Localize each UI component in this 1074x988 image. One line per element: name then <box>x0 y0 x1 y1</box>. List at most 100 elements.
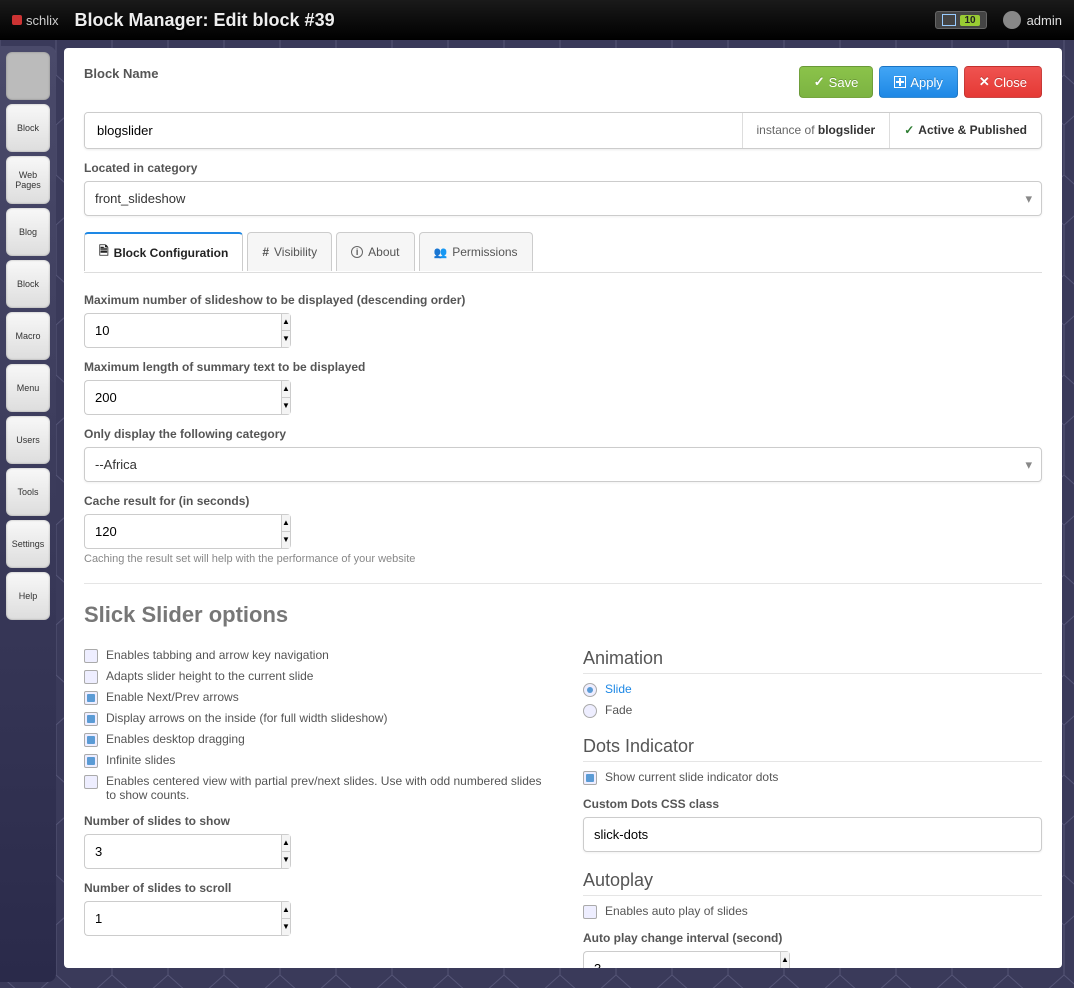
spin-up[interactable]: ▲ <box>282 835 290 852</box>
chk-center-label: Enables centered view with partial prev/… <box>106 774 543 802</box>
brand-logo-icon <box>12 15 22 25</box>
max-summary-label: Maximum length of summary text to be dis… <box>84 360 1042 374</box>
sidebar-item-blog[interactable]: Blog <box>6 208 50 256</box>
chk-drag[interactable] <box>84 733 98 747</box>
sidebar-item-menu[interactable]: Menu <box>6 364 50 412</box>
spin-up[interactable]: ▲ <box>282 515 290 532</box>
brand-text: schlix <box>26 13 59 28</box>
max-slides-input[interactable] <box>84 313 281 348</box>
notif-count: 10 <box>960 15 979 26</box>
dots-title: Dots Indicator <box>583 736 1042 762</box>
sidebar-item-webpages[interactable]: Web Pages <box>6 156 50 204</box>
num-show-input[interactable] <box>84 834 281 869</box>
tab-visibility[interactable]: Visibility <box>247 232 332 271</box>
spin-down[interactable]: ▼ <box>282 852 290 868</box>
max-slides-spinner: ▲▼ <box>84 313 284 348</box>
max-summary-input[interactable] <box>84 380 281 415</box>
spin-down[interactable]: ▼ <box>282 532 290 548</box>
autoplay-interval-label: Auto play change interval (second) <box>583 931 1042 945</box>
dots-class-input[interactable] <box>583 817 1042 852</box>
only-cat-select[interactable]: --Africa <box>84 447 1042 482</box>
num-show-label: Number of slides to show <box>84 814 543 828</box>
close-button[interactable]: Close <box>964 66 1042 98</box>
hash-icon <box>262 245 269 259</box>
category-label: Located in category <box>84 161 1042 175</box>
notifications[interactable]: 10 <box>935 11 986 29</box>
num-scroll-spinner: ▲▼ <box>84 901 284 936</box>
spin-down[interactable]: ▼ <box>282 398 290 414</box>
spin-up[interactable]: ▲ <box>282 902 290 919</box>
info-icon: i <box>351 246 363 258</box>
plus-square-icon <box>894 76 906 88</box>
sidebar-item-help[interactable]: Help <box>6 572 50 620</box>
spin-up[interactable]: ▲ <box>282 381 290 398</box>
check-icon <box>904 123 914 137</box>
main-panel: Block Name Save Apply Close instance of … <box>64 48 1062 968</box>
chk-infinite[interactable] <box>84 754 98 768</box>
block-name-row: instance of blogslider Active & Publishe… <box>84 112 1042 149</box>
chk-arrows-label: Enable Next/Prev arrows <box>106 690 239 704</box>
max-summary-spinner: ▲▼ <box>84 380 284 415</box>
cache-label: Cache result for (in seconds) <box>84 494 1042 508</box>
sidebar-item-block[interactable]: Block <box>6 104 50 152</box>
sidebar-item-tools[interactable]: Tools <box>6 468 50 516</box>
cache-spinner: ▲▼ <box>84 514 284 549</box>
tab-about[interactable]: iAbout <box>336 232 414 271</box>
sidebar-item-macro[interactable]: Macro <box>6 312 50 360</box>
radio-slide[interactable] <box>583 683 597 697</box>
chk-infinite-label: Infinite slides <box>106 753 175 767</box>
block-status: Active & Published <box>889 113 1041 148</box>
tab-permissions[interactable]: Permissions <box>419 232 533 271</box>
num-show-spinner: ▲▼ <box>84 834 284 869</box>
num-scroll-label: Number of slides to scroll <box>84 881 543 895</box>
block-name-input[interactable] <box>85 113 742 148</box>
apply-button[interactable]: Apply <box>879 66 958 98</box>
animation-title: Animation <box>583 648 1042 674</box>
chk-arrows[interactable] <box>84 691 98 705</box>
sidebar-item-block2[interactable]: Block <box>6 260 50 308</box>
avatar-icon <box>1003 11 1021 29</box>
chk-adaptive-label: Adapts slider height to the current slid… <box>106 669 313 683</box>
username: admin <box>1027 13 1062 28</box>
cache-input[interactable] <box>84 514 281 549</box>
autoplay-interval-spinner: ▲▼ <box>583 951 763 968</box>
block-name-label: Block Name <box>84 66 799 81</box>
sidebar-item-settings[interactable]: Settings <box>6 520 50 568</box>
slick-title: Slick Slider options <box>84 602 1042 628</box>
chk-center[interactable] <box>84 775 98 789</box>
cache-help: Caching the result set will help with th… <box>84 553 1042 565</box>
radio-fade[interactable] <box>583 704 597 718</box>
group-icon <box>434 245 448 259</box>
sidebar: Block Web Pages Blog Block Macro Menu Us… <box>0 46 56 982</box>
spin-up[interactable]: ▲ <box>781 952 789 968</box>
instance-of: instance of blogslider <box>742 113 890 148</box>
sidebar-item-apps[interactable] <box>6 52 50 100</box>
spin-down[interactable]: ▼ <box>282 919 290 935</box>
close-icon <box>979 74 990 90</box>
only-cat-label: Only display the following category <box>84 427 1042 441</box>
chk-show-dots[interactable] <box>583 771 597 785</box>
autoplay-title: Autoplay <box>583 870 1042 896</box>
save-button[interactable]: Save <box>799 66 874 98</box>
chk-drag-label: Enables desktop dragging <box>106 732 245 746</box>
check-icon <box>814 74 825 90</box>
chk-tabbing[interactable] <box>84 649 98 663</box>
spin-down[interactable]: ▼ <box>282 331 290 347</box>
num-scroll-input[interactable] <box>84 901 281 936</box>
chk-inside-label: Display arrows on the inside (for full w… <box>106 711 387 725</box>
chk-autoplay[interactable] <box>583 905 597 919</box>
chk-inside[interactable] <box>84 712 98 726</box>
tabs: Block Configuration Visibility iAbout Pe… <box>84 232 1042 272</box>
brand[interactable]: schlix <box>12 13 59 28</box>
user-menu[interactable]: admin <box>1003 11 1062 29</box>
spin-up[interactable]: ▲ <box>282 314 290 331</box>
tab-block-configuration[interactable]: Block Configuration <box>84 232 243 271</box>
sidebar-item-users[interactable]: Users <box>6 416 50 464</box>
max-slides-label: Maximum number of slideshow to be displa… <box>84 293 1042 307</box>
category-select[interactable]: front_slideshow <box>84 181 1042 216</box>
chk-adaptive[interactable] <box>84 670 98 684</box>
chk-tabbing-label: Enables tabbing and arrow key navigation <box>106 648 329 662</box>
autoplay-interval-input[interactable] <box>583 951 780 968</box>
page-title: Block Manager: Edit block #39 <box>75 10 335 31</box>
radio-slide-label: Slide <box>605 682 632 696</box>
